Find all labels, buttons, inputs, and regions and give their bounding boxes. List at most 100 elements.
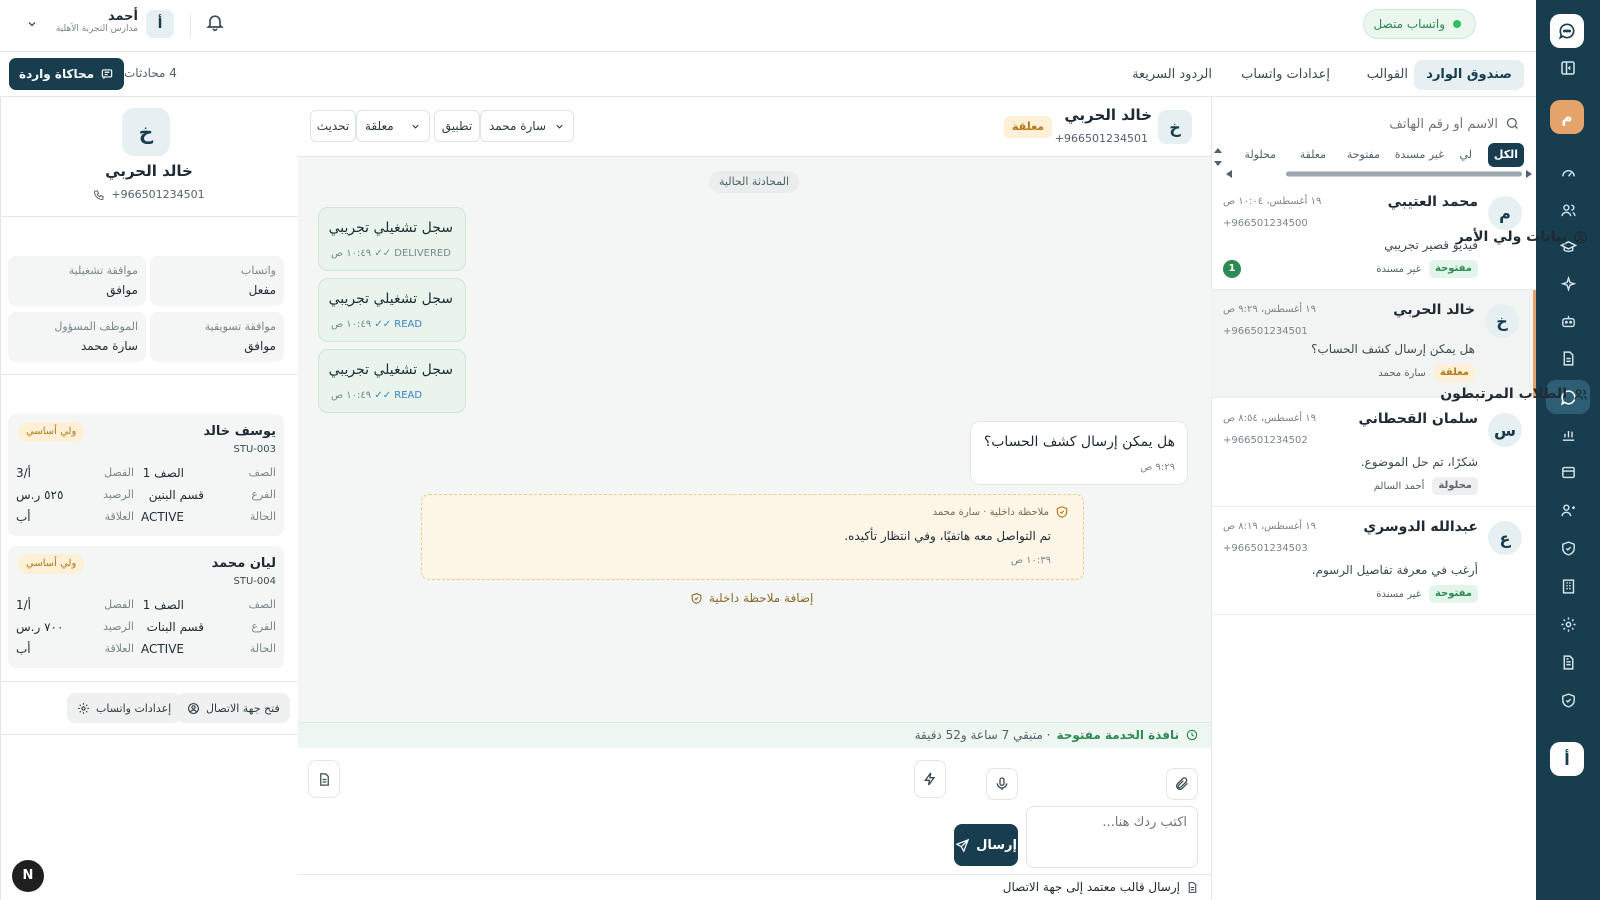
double-check-icon: ✓✓ xyxy=(374,248,392,259)
students-title: الطلاب المرتبطون xyxy=(1440,386,1567,402)
chevron-down-icon[interactable] xyxy=(26,18,38,30)
shield-check-icon[interactable] xyxy=(1554,534,1582,562)
filter-open[interactable]: مفتوحة xyxy=(1341,143,1386,167)
tab-inbox[interactable]: صندوق الوارد xyxy=(1414,60,1524,90)
filter-mine[interactable]: لي xyxy=(1453,143,1478,167)
contact-phone: +966501234501 xyxy=(1223,326,1308,337)
search-box[interactable] xyxy=(1209,110,1524,138)
user-avatar-bottom[interactable]: أ xyxy=(1550,742,1584,776)
filter-all[interactable]: الكل xyxy=(1487,143,1524,167)
field-label: الموظف المسؤول xyxy=(54,320,138,333)
tab-quick-replies[interactable]: الردود السريعة xyxy=(1120,60,1224,90)
template-icon[interactable] xyxy=(308,760,340,798)
double-check-icon: ✓✓ xyxy=(374,319,392,330)
row-value: أب xyxy=(16,510,31,524)
guardian-section-title: بيانات ولي الأمر xyxy=(1456,229,1588,245)
security-icon[interactable] xyxy=(1554,686,1582,714)
tab-whatsapp-settings[interactable]: إعدادات واتساب xyxy=(1229,60,1342,90)
student-code: STU-004 xyxy=(233,576,276,587)
row-label: الرصيد xyxy=(103,488,134,501)
bot-icon[interactable] xyxy=(1554,307,1582,335)
search-input[interactable] xyxy=(1238,110,1498,138)
send-button[interactable]: إرسال xyxy=(954,824,1018,866)
row-value: قسم البنين xyxy=(148,488,204,502)
assignee-select-value: سارة محمد xyxy=(489,119,547,133)
quick-reply-icon[interactable] xyxy=(914,760,946,798)
building-icon[interactable] xyxy=(1554,572,1582,600)
conversation-item-selected[interactable]: خ خالد الحربي ١٩ أغسطس، ٩:٢٩ ص +96650123… xyxy=(1211,290,1536,398)
simulate-incoming-button[interactable]: محاكاة واردة xyxy=(9,58,125,90)
chat-contact-phone: +966501234501 xyxy=(1054,132,1148,145)
dashboard-icon[interactable] xyxy=(1554,159,1582,187)
row-value: ٧٠٠ ر.س xyxy=(16,620,64,634)
conversation-item[interactable]: س سلمان القحطاني ١٩ أغسطس، ٨:٥٤ ص +96650… xyxy=(1211,399,1536,507)
open-contact-button[interactable]: فتح جهة الاتصال xyxy=(177,693,290,723)
users-icon[interactable] xyxy=(1554,196,1582,224)
simulate-label: محاكاة واردة xyxy=(19,67,95,81)
message-meta: READ ✓✓ ١٠:٤٩ ص xyxy=(331,319,422,330)
profile-avatar[interactable]: م xyxy=(1550,100,1584,134)
user-circle-icon xyxy=(1574,230,1587,244)
add-internal-note-button[interactable]: إضافة ملاحظة داخلية xyxy=(690,591,813,605)
sort-arrows-icon[interactable] xyxy=(1212,146,1224,168)
filter-scrollbar[interactable] xyxy=(1226,170,1532,178)
contact-name: خالد الحربي xyxy=(1393,302,1475,318)
assignee-select[interactable]: سارة محمد xyxy=(480,110,574,142)
primary-guardian-badge: ولي أساسي xyxy=(18,422,85,442)
filter-pending[interactable]: معلقة xyxy=(1294,143,1332,167)
row-label: الحالة xyxy=(249,510,276,523)
student-card[interactable]: ليان محمد STU-004 ولي أساسي الصف الصف 1 … xyxy=(8,546,284,668)
row-value: الصف 1 xyxy=(142,466,184,480)
document-icon[interactable] xyxy=(1554,344,1582,372)
row-label: الرصيد xyxy=(103,620,134,633)
conversation-item[interactable]: ع عبدالله الدوسري ١٩ أغسطس، ٨:١٩ ص +9665… xyxy=(1211,507,1536,615)
user-avatar[interactable]: أ xyxy=(146,10,174,38)
student-card[interactable]: يوسف خالد STU-003 ولي أساسي الصف الصف 1 … xyxy=(8,414,284,536)
open-contact-label: فتح جهة الاتصال xyxy=(206,701,280,715)
row-value: أ/3 xyxy=(16,466,32,480)
reply-textarea[interactable] xyxy=(1026,806,1198,868)
tab-templates[interactable]: القوالب xyxy=(1355,60,1420,90)
clock-icon xyxy=(1186,729,1198,741)
field-label: واتساب xyxy=(241,264,276,277)
settings-icon[interactable] xyxy=(1554,610,1582,638)
whatsapp-settings-button[interactable]: إعدادات واتساب xyxy=(67,693,182,723)
outgoing-message: سجل تشغيلي تجريبي READ ✓✓ ١٠:٤٩ ص xyxy=(318,349,466,413)
filter-resolved[interactable]: محلولة xyxy=(1238,143,1282,167)
status-badge: مفتوحة xyxy=(1428,585,1478,603)
microphone-icon[interactable] xyxy=(986,768,1018,800)
delivery-state: READ xyxy=(394,390,423,401)
team-icon[interactable] xyxy=(1554,496,1582,524)
chat-contact-name: خالد الحربي xyxy=(1064,106,1152,124)
user-info[interactable]: أحمد مدارس التجربة الأهلية xyxy=(44,9,138,34)
sparkle-icon[interactable] xyxy=(1554,270,1582,298)
refresh-button[interactable]: تحديث xyxy=(310,110,356,142)
assignee-label: غير مسندة xyxy=(1376,263,1421,275)
field-card: واتساب مفعل xyxy=(150,256,284,306)
corner-badge[interactable]: N xyxy=(12,860,44,892)
contact-phone: +966501234501 xyxy=(111,188,205,201)
filter-unassigned[interactable]: غير مسندة xyxy=(1389,143,1450,167)
report-icon[interactable] xyxy=(1554,648,1582,676)
attach-icon[interactable] xyxy=(1166,768,1198,800)
field-card: موافقة تسويقية موافق xyxy=(150,312,284,362)
divider xyxy=(0,734,298,735)
message-text: سجل تشغيلي تجريبي xyxy=(328,291,453,307)
bell-icon[interactable] xyxy=(205,12,225,32)
database-icon[interactable] xyxy=(1554,458,1582,486)
chat-logo-icon[interactable] xyxy=(1550,14,1584,48)
service-window-remaining: · متبقي 7 ساعة و52 دقيقة xyxy=(914,728,1051,742)
unread-count-badge: 1 xyxy=(1223,260,1241,278)
send-template-link[interactable]: إرسال قالب معتمد إلى جهة الاتصال xyxy=(1003,880,1199,894)
analytics-icon[interactable] xyxy=(1554,420,1582,448)
row-value: الصف 1 xyxy=(142,598,184,612)
last-message-preview: أرغب في معرفة تفاصيل الرسوم. xyxy=(1311,563,1478,577)
contact-avatar: س xyxy=(1488,413,1522,447)
message-time: ١٠:٤٩ ص xyxy=(331,390,372,401)
row-label: الفصل xyxy=(104,598,134,611)
status-select[interactable]: معلقة xyxy=(356,110,430,142)
collapse-sidebar-icon[interactable] xyxy=(1554,54,1582,82)
contact-name: عبدالله الدوسري xyxy=(1363,519,1478,535)
apply-button[interactable]: تطبيق xyxy=(434,110,480,142)
message-text: سجل تشغيلي تجريبي xyxy=(328,220,453,236)
